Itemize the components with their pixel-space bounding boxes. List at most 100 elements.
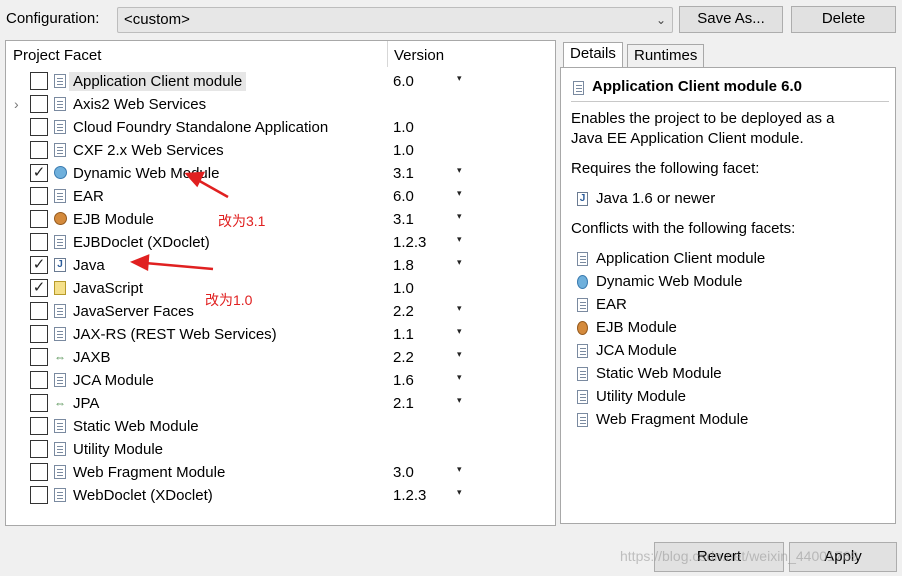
facet-row[interactable]: Utility Module (6, 438, 555, 461)
facet-checkbox[interactable] (30, 72, 48, 90)
facet-version[interactable]: 1.6 (393, 371, 414, 390)
page-icon (54, 97, 66, 111)
delete-button[interactable]: Delete (791, 6, 896, 33)
version-dropdown-icon[interactable]: ▾ (457, 211, 462, 222)
facet-row[interactable]: CXF 2.x Web Services 1.0 (6, 139, 555, 162)
facet-row[interactable]: Static Web Module (6, 415, 555, 438)
details-title: Application Client module 6.0 (592, 78, 803, 95)
version-dropdown-icon[interactable]: ▾ (457, 395, 462, 406)
facet-version[interactable]: 3.0 (393, 463, 414, 482)
version-dropdown-icon[interactable]: ▾ (457, 257, 462, 268)
facet-version[interactable]: 1.2.3 (393, 486, 426, 505)
facet-row[interactable]: ✓ Dynamic Web Module 3.1 ▾ (6, 162, 555, 185)
tab-details[interactable]: Details (563, 42, 623, 68)
facet-checkbox[interactable] (30, 486, 48, 504)
watermark: https://blog.csdn.net/weixin_44001769 (620, 548, 859, 564)
facet-row[interactable]: JCA Module 1.6 ▾ (6, 369, 555, 392)
version-dropdown-icon[interactable]: ▾ (457, 372, 462, 383)
facet-list-item: Web Fragment Module (596, 411, 749, 428)
facet-row[interactable]: JavaServer Faces 2.2 ▾ (6, 300, 555, 323)
facet-checkbox[interactable] (30, 371, 48, 389)
facet-row[interactable]: ⇔ JPA 2.1 ▾ (6, 392, 555, 415)
facet-list-item: JCA Module (596, 342, 677, 359)
tab-runtimes[interactable]: Runtimes (627, 44, 705, 68)
facet-row[interactable]: EJB Module 3.1 ▾ (6, 208, 555, 231)
facet-checkbox[interactable] (30, 394, 48, 412)
facet-checkbox[interactable]: ✓ (30, 256, 48, 274)
version-dropdown-icon[interactable]: ▾ (457, 349, 462, 360)
facet-list-item: Static Web Module (596, 365, 722, 382)
page-icon (577, 298, 588, 312)
facet-row[interactable]: › Axis2 Web Services (6, 93, 555, 116)
facet-checkbox[interactable] (30, 141, 48, 159)
facet-version[interactable]: 2.2 (393, 348, 414, 367)
facet-checkbox[interactable] (30, 325, 48, 343)
facet-checkbox[interactable] (30, 302, 48, 320)
facet-name: JAX-RS (REST Web Services) (73, 326, 277, 343)
version-dropdown-icon[interactable]: ▾ (457, 234, 462, 245)
configuration-combo[interactable]: <custom> ⌄ (117, 7, 673, 33)
facet-checkbox[interactable]: ✓ (30, 279, 48, 297)
facet-checkbox[interactable] (30, 210, 48, 228)
page-icon (577, 252, 588, 266)
version-dropdown-icon[interactable]: ▾ (457, 303, 462, 314)
column-header-facet[interactable]: Project Facet (13, 45, 387, 69)
facet-row[interactable]: WebDoclet (XDoclet) 1.2.3 ▾ (6, 484, 555, 507)
configuration-value: <custom> (124, 11, 190, 28)
facet-list-item: Java 1.6 or newer (596, 190, 716, 207)
version-dropdown-icon[interactable]: ▾ (457, 188, 462, 199)
page-icon (54, 373, 66, 387)
facet-checkbox[interactable] (30, 233, 48, 251)
version-dropdown-icon[interactable]: ▾ (457, 326, 462, 337)
column-header-version[interactable]: Version (394, 45, 544, 69)
facet-version[interactable]: 6.0 (393, 187, 414, 206)
facet-version[interactable]: 1.8 (393, 256, 414, 275)
facet-version[interactable]: 2.2 (393, 302, 414, 321)
chevron-down-icon[interactable]: ⌄ (656, 11, 666, 29)
facet-version[interactable]: 3.1 (393, 210, 414, 229)
facet-checkbox[interactable] (30, 187, 48, 205)
facet-version[interactable]: 1.0 (393, 279, 414, 298)
facet-version[interactable]: 1.0 (393, 118, 414, 137)
facet-checkbox[interactable]: ✓ (30, 164, 48, 182)
facet-row[interactable]: ✓ JavaScript 1.0 (6, 277, 555, 300)
facet-checkbox[interactable] (30, 417, 48, 435)
facet-version[interactable]: 6.0 (393, 72, 414, 91)
facet-row[interactable]: Application Client module 6.0 ▾ (6, 70, 555, 93)
facet-version[interactable]: 1.2.3 (393, 233, 426, 252)
facet-row[interactable]: Cloud Foundry Standalone Application 1.0 (6, 116, 555, 139)
chevron-right-icon[interactable]: › (14, 96, 19, 112)
save-as-button[interactable]: Save As... (679, 6, 783, 33)
facet-row[interactable]: JAX-RS (REST Web Services) 1.1 ▾ (6, 323, 555, 346)
facet-version[interactable]: 1.0 (393, 141, 414, 160)
details-panel: Application Client module 6.0 Enables th… (560, 67, 896, 524)
version-dropdown-icon[interactable]: ▾ (457, 165, 462, 176)
page-icon (54, 189, 66, 203)
facet-row[interactable]: ✓ J Java 1.8 ▾ (6, 254, 555, 277)
version-dropdown-icon[interactable]: ▾ (457, 464, 462, 475)
java-icon: J (577, 192, 588, 206)
facet-checkbox[interactable] (30, 440, 48, 458)
column-divider[interactable] (387, 41, 388, 67)
facet-row[interactable]: EAR 6.0 ▾ (6, 185, 555, 208)
facet-version[interactable]: 3.1 (393, 164, 414, 183)
version-dropdown-icon[interactable]: ▾ (457, 487, 462, 498)
facet-row[interactable]: EJBDoclet (XDoclet) 1.2.3 ▾ (6, 231, 555, 254)
facet-checkbox[interactable] (30, 95, 48, 113)
facet-checkbox[interactable] (30, 463, 48, 481)
facet-name: Java (73, 257, 105, 274)
facet-row[interactable]: Web Fragment Module 3.0 ▾ (6, 461, 555, 484)
facet-list-item: Application Client module (596, 250, 766, 267)
facet-checkbox[interactable] (30, 118, 48, 136)
facet-name: Static Web Module (73, 418, 199, 435)
arrows-icon: ⇔ (54, 350, 66, 364)
version-dropdown-icon[interactable]: ▾ (457, 73, 462, 84)
details-description-line2: Java EE Application Client module. (571, 130, 804, 147)
facet-row[interactable]: ⇔ JAXB 2.2 ▾ (6, 346, 555, 369)
facet-name: Cloud Foundry Standalone Application (73, 119, 329, 136)
facet-name: Utility Module (73, 441, 164, 458)
facet-version[interactable]: 1.1 (393, 325, 414, 344)
facet-checkbox[interactable] (30, 348, 48, 366)
facet-name: WebDoclet (XDoclet) (73, 487, 213, 504)
facet-version[interactable]: 2.1 (393, 394, 414, 413)
